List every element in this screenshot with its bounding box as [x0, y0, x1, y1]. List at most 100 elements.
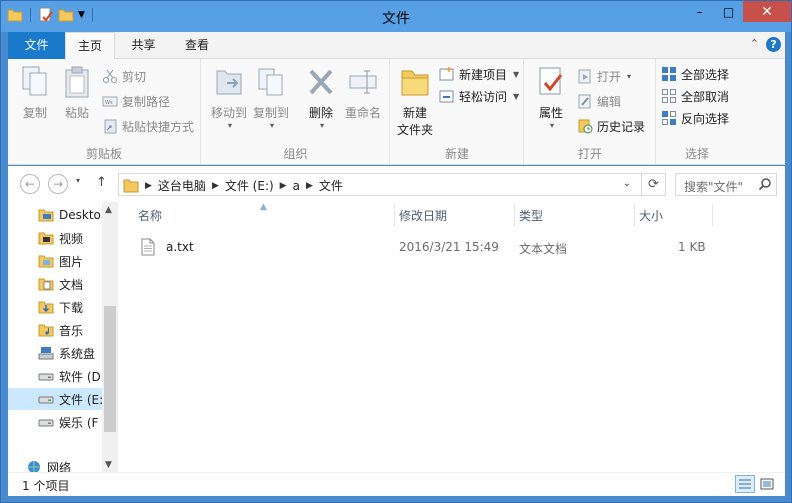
breadcrumb-arrow-icon[interactable]: ▶	[145, 181, 152, 191]
easy-access-button[interactable]: 轻松访问 ▼	[439, 86, 519, 106]
address-history-dropdown-icon[interactable]: ⌄	[623, 178, 631, 189]
item-count: 1 个项目	[22, 479, 70, 493]
rename-button[interactable]: 重命名	[340, 65, 386, 121]
copy-button[interactable]: 复制	[12, 65, 58, 121]
move-to-dropdown-icon: ▾	[227, 121, 232, 130]
breadcrumb-item-a[interactable]: a	[293, 179, 300, 193]
paste-shortcut-button[interactable]: 粘贴快捷方式	[102, 116, 194, 136]
scroll-up-icon[interactable]: ▲	[105, 205, 112, 215]
properties-dropdown-icon: ▾	[549, 121, 554, 130]
breadcrumb-item-drive-e[interactable]: 文件 (E:)	[225, 177, 274, 194]
breadcrumb-arrow-icon[interactable]: ▶	[280, 181, 287, 191]
properties-button[interactable]: 属性 ▾	[531, 65, 571, 130]
collapse-ribbon-icon[interactable]: ⌃	[750, 37, 759, 50]
file-name[interactable]: a.txt	[166, 240, 194, 254]
breadcrumb-arrow-icon[interactable]: ▶	[212, 181, 219, 191]
text-file-icon	[141, 238, 155, 256]
maximize-button[interactable]: □	[714, 1, 743, 22]
new-folder-label-line2: 文件夹	[396, 123, 433, 137]
copy-to-button[interactable]: 复制到 ▾	[248, 65, 294, 130]
column-header-type[interactable]: 类型	[519, 207, 543, 224]
explorer-window: ▼ 文件 – □ ✕ 文件 主页 共享 查看 ⌃ ? 复制 粘贴 剪切 Ws 复…	[0, 0, 792, 503]
file-row[interactable]: a.txt 2016/3/21 15:49 文本文档 1 KB	[136, 236, 776, 258]
window-title: 文件	[382, 11, 410, 27]
nav-item[interactable]: 娱乐 (F	[8, 411, 102, 433]
nav-item[interactable]: Desktop	[8, 204, 102, 226]
new-folder-button[interactable]: 新建 文件夹	[395, 65, 435, 138]
rename-icon	[349, 70, 377, 94]
breadcrumb-item-this-pc[interactable]: 这台电脑	[158, 177, 206, 194]
invert-selection-button[interactable]: 反向选择	[661, 108, 729, 128]
column-header-size[interactable]: 大小	[639, 207, 663, 224]
sort-ascending-icon: ▲	[260, 202, 267, 212]
edit-button[interactable]: 编辑	[577, 91, 621, 111]
desktop-folder-icon	[38, 209, 54, 222]
copy-path-icon: Ws	[102, 96, 118, 107]
open-dropdown-icon: ▾	[627, 71, 632, 81]
file-modified: 2016/3/21 15:49	[399, 240, 499, 254]
new-item-label: 新建项目	[459, 67, 508, 82]
pictures-folder-icon	[38, 255, 54, 268]
delete-button[interactable]: 删除 ▾	[298, 65, 344, 130]
drive-icon	[38, 419, 54, 427]
invert-selection-label: 反向选择	[681, 111, 730, 126]
nav-scrollbar[interactable]: ▲ ▼	[102, 202, 118, 472]
drive-icon	[38, 373, 54, 381]
copy-to-label: 复制到	[252, 106, 289, 120]
breadcrumb-item-current[interactable]: 文件	[319, 177, 343, 194]
cut-button[interactable]: 剪切	[102, 66, 146, 86]
select-none-button[interactable]: 全部取消	[661, 86, 729, 106]
tab-file[interactable]: 文件	[8, 32, 65, 59]
up-button[interactable]: ↑	[96, 175, 107, 190]
properties-icon	[539, 67, 563, 95]
column-divider[interactable]	[514, 204, 515, 226]
nav-item[interactable]: 系统盘	[8, 342, 102, 364]
nav-item[interactable]: 视频	[8, 227, 102, 249]
scrollbar-thumb[interactable]	[104, 306, 116, 432]
close-button[interactable]: ✕	[743, 1, 791, 22]
copy-path-button[interactable]: Ws 复制路径	[102, 91, 170, 111]
nav-item[interactable]: 文档	[8, 273, 102, 295]
minimize-button[interactable]: –	[685, 1, 714, 22]
paste-button[interactable]: 粘贴	[54, 65, 100, 121]
open-button[interactable]: 打开 ▾	[577, 66, 631, 86]
new-item-button[interactable]: 新建项目 ▼	[439, 64, 519, 84]
tab-home[interactable]: 主页	[65, 32, 115, 60]
recent-locations-icon[interactable]: ▾	[76, 176, 80, 185]
nav-item[interactable]: 音乐	[8, 319, 102, 341]
scroll-down-icon[interactable]: ▼	[105, 460, 112, 470]
address-bar[interactable]: ▶ 这台电脑 ▶ 文件 (E:) ▶ a ▶ 文件 ⌄ ⟳	[118, 173, 666, 196]
column-header-modified[interactable]: 修改日期	[399, 207, 447, 224]
tab-view[interactable]: 查看	[171, 32, 223, 59]
search-box[interactable]: 搜索"文件"	[675, 173, 777, 196]
history-button[interactable]: 历史记录	[577, 116, 645, 136]
new-item-icon	[439, 67, 454, 81]
nav-item[interactable]: 网络	[8, 456, 102, 472]
details-view-button[interactable]	[735, 475, 755, 493]
nav-item[interactable]: 下载	[8, 296, 102, 318]
select-all-label: 全部选择	[681, 67, 730, 82]
nav-item[interactable]: 文件 (E:	[8, 388, 102, 410]
column-divider[interactable]	[634, 204, 635, 226]
back-button[interactable]: ←	[20, 174, 40, 194]
column-divider[interactable]	[712, 204, 713, 226]
nav-item-label: 软件 (D	[59, 369, 101, 384]
svg-text:Ws: Ws	[105, 100, 113, 106]
file-size: 1 KB	[678, 240, 706, 254]
breadcrumb-arrow-icon[interactable]: ▶	[306, 181, 313, 191]
nav-item[interactable]: 图片	[8, 250, 102, 272]
select-all-button[interactable]: 全部选择	[661, 64, 729, 84]
tab-share[interactable]: 共享	[116, 32, 171, 59]
refresh-button[interactable]: ⟳	[641, 174, 665, 195]
column-divider[interactable]	[394, 204, 395, 226]
select-group-label: 选择	[684, 147, 709, 161]
help-icon[interactable]: ?	[766, 37, 781, 52]
new-group-label: 新建	[444, 147, 469, 161]
select-group: 全部选择 全部取消 反向选择 选择	[657, 59, 737, 165]
title-bar[interactable]: ▼ 文件 – □ ✕	[1, 1, 791, 32]
forward-button[interactable]: →	[48, 174, 68, 194]
column-header-name[interactable]: 名称	[138, 207, 162, 224]
move-to-button[interactable]: 移动到 ▾	[206, 65, 252, 130]
large-icons-view-button[interactable]	[757, 475, 777, 493]
nav-item[interactable]: 软件 (D	[8, 365, 102, 387]
